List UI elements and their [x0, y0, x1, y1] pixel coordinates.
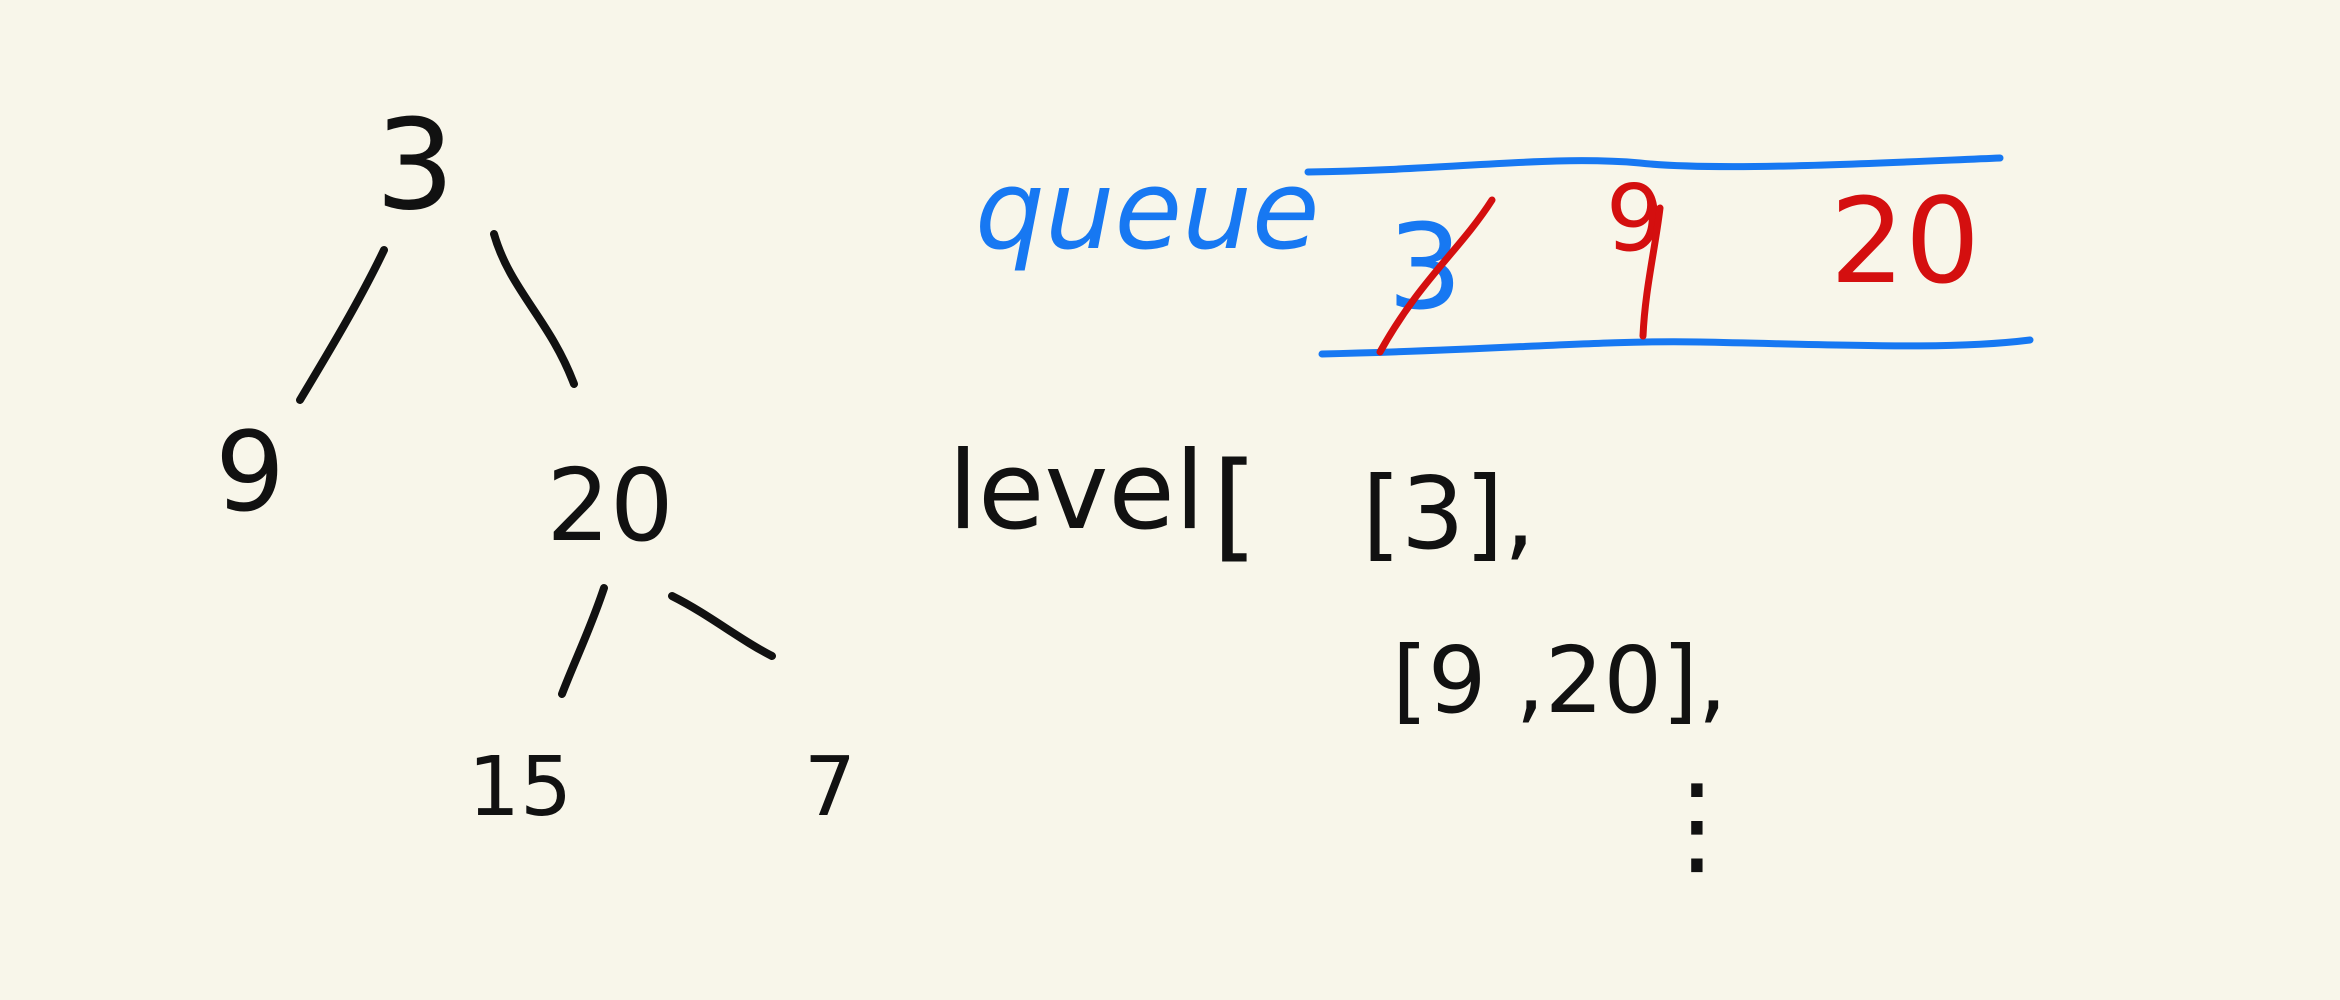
- tree-node-left: 9: [215, 408, 285, 536]
- queue-label: queue: [975, 146, 1320, 274]
- level-continuation: ⋮: [1642, 760, 1752, 888]
- tree-edge-right-left: [558, 584, 608, 698]
- tree-node-right-left: 15: [468, 740, 572, 835]
- level-open-bracket: [: [1212, 436, 1258, 574]
- tree-node-root: 3: [375, 93, 455, 238]
- queue-item-20: 20: [1830, 172, 1980, 310]
- level-section: level [ [3], [9 ,20], ⋮: [948, 429, 1752, 888]
- binary-tree: 3 9 20 15 7: [215, 93, 856, 835]
- queue-section: queue 3 9 20: [975, 146, 2034, 358]
- tree-edge-right-right: [668, 592, 776, 660]
- level-row-2: [9 ,20],: [1392, 627, 1727, 734]
- tree-edge-root-left: [296, 246, 388, 404]
- tree-node-right: 20: [546, 447, 673, 564]
- level-row-1: [3],: [1362, 455, 1535, 572]
- whiteboard-canvas: 3 9 20 15 7 queue 3 9 20 level [ [3], [9…: [215, 93, 2034, 888]
- level-label: level: [948, 429, 1205, 554]
- tree-node-right-right: 7: [804, 740, 856, 835]
- tree-edge-root-right: [490, 230, 578, 388]
- queue-bottom-line: [1318, 336, 2034, 358]
